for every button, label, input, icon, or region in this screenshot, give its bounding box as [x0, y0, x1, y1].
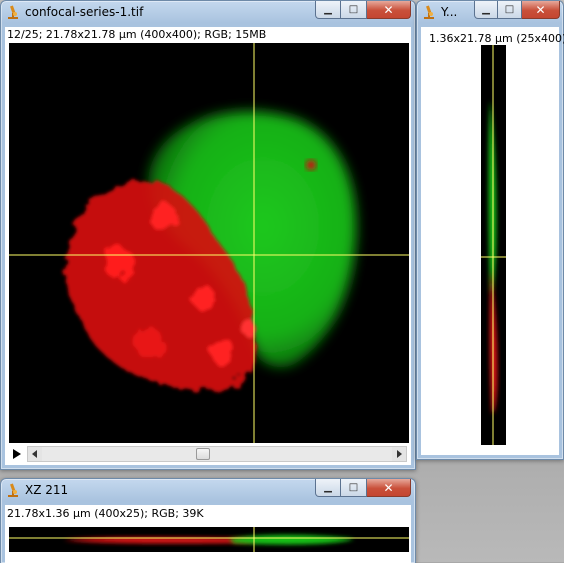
maximize-icon: □ [348, 3, 359, 15]
xz-canvas[interactable] [9, 527, 409, 552]
image-canvas[interactable] [9, 43, 409, 443]
maximize-button[interactable]: □ [341, 1, 367, 19]
slice-scrollbar[interactable] [9, 446, 407, 462]
microscope-icon [8, 5, 18, 19]
image-info: 12/25; 21.78x21.78 µm (400x400); RGB; 15… [7, 28, 267, 41]
play-icon[interactable] [9, 446, 25, 462]
close-button[interactable]: ✕ [367, 1, 411, 19]
yz-canvas[interactable] [481, 45, 506, 445]
image-info: 21.78x1.36 µm (400x25); RGB; 39K [7, 507, 204, 520]
scroll-thumb[interactable] [196, 448, 210, 460]
maximize-icon: □ [504, 3, 515, 15]
window-title: confocal-series-1.tif [25, 5, 144, 19]
minimize-icon: ▁ [324, 481, 332, 493]
yz-slice-image [481, 45, 506, 445]
minimize-icon: ▁ [324, 3, 332, 15]
close-icon: ✕ [383, 480, 394, 495]
scroll-track[interactable] [27, 446, 407, 462]
title-bar[interactable]: XZ 211 ▁ □ ✕ [1, 479, 415, 503]
title-bar[interactable]: confocal-series-1.tif ▁ □ ✕ [1, 1, 415, 25]
window-title: Y... [441, 5, 458, 19]
title-bar[interactable]: Y... ▁ □ ✕ [417, 1, 563, 25]
maximize-icon: □ [348, 481, 359, 493]
maximize-button[interactable]: □ [341, 479, 367, 497]
microscope-icon [424, 5, 434, 19]
minimize-button[interactable]: ▁ [315, 1, 341, 19]
image-panel: 12/25; 21.78x21.78 µm (400x400); RGB; 15… [5, 27, 411, 465]
yz-projection-window[interactable]: Y... ▁ □ ✕ 1.36x21.78 µm (25x400) [416, 0, 564, 460]
cell-image [9, 43, 409, 443]
image-panel: 1.36x21.78 µm (25x400) [421, 27, 564, 455]
maximize-button[interactable]: □ [498, 1, 522, 19]
scroll-left-arrow[interactable] [28, 447, 42, 461]
window-title: XZ 211 [25, 483, 69, 497]
minimize-button[interactable]: ▁ [474, 1, 498, 19]
xz-projection-window[interactable]: XZ 211 ▁ □ ✕ 21.78x1.36 µm (400x25); RGB… [0, 478, 416, 563]
caption-buttons: ▁ □ ✕ [474, 1, 560, 19]
xz-slice-image [9, 527, 409, 552]
caption-buttons: ▁ □ ✕ [315, 479, 411, 497]
close-icon: ✕ [383, 2, 394, 17]
close-icon: ✕ [535, 2, 546, 17]
image-panel: 21.78x1.36 µm (400x25); RGB; 39K [5, 505, 411, 563]
minimize-button[interactable]: ▁ [315, 479, 341, 497]
image-info: 1.36x21.78 µm (25x400) [429, 32, 564, 45]
scroll-right-arrow[interactable] [392, 447, 406, 461]
close-button[interactable]: ✕ [367, 479, 411, 497]
microscope-icon [8, 483, 18, 497]
caption-buttons: ▁ □ ✕ [315, 1, 411, 19]
close-button[interactable]: ✕ [522, 1, 560, 19]
minimize-icon: ▁ [482, 3, 490, 15]
confocal-image-window[interactable]: confocal-series-1.tif ▁ □ ✕ 12/25; 21.78… [0, 0, 416, 470]
